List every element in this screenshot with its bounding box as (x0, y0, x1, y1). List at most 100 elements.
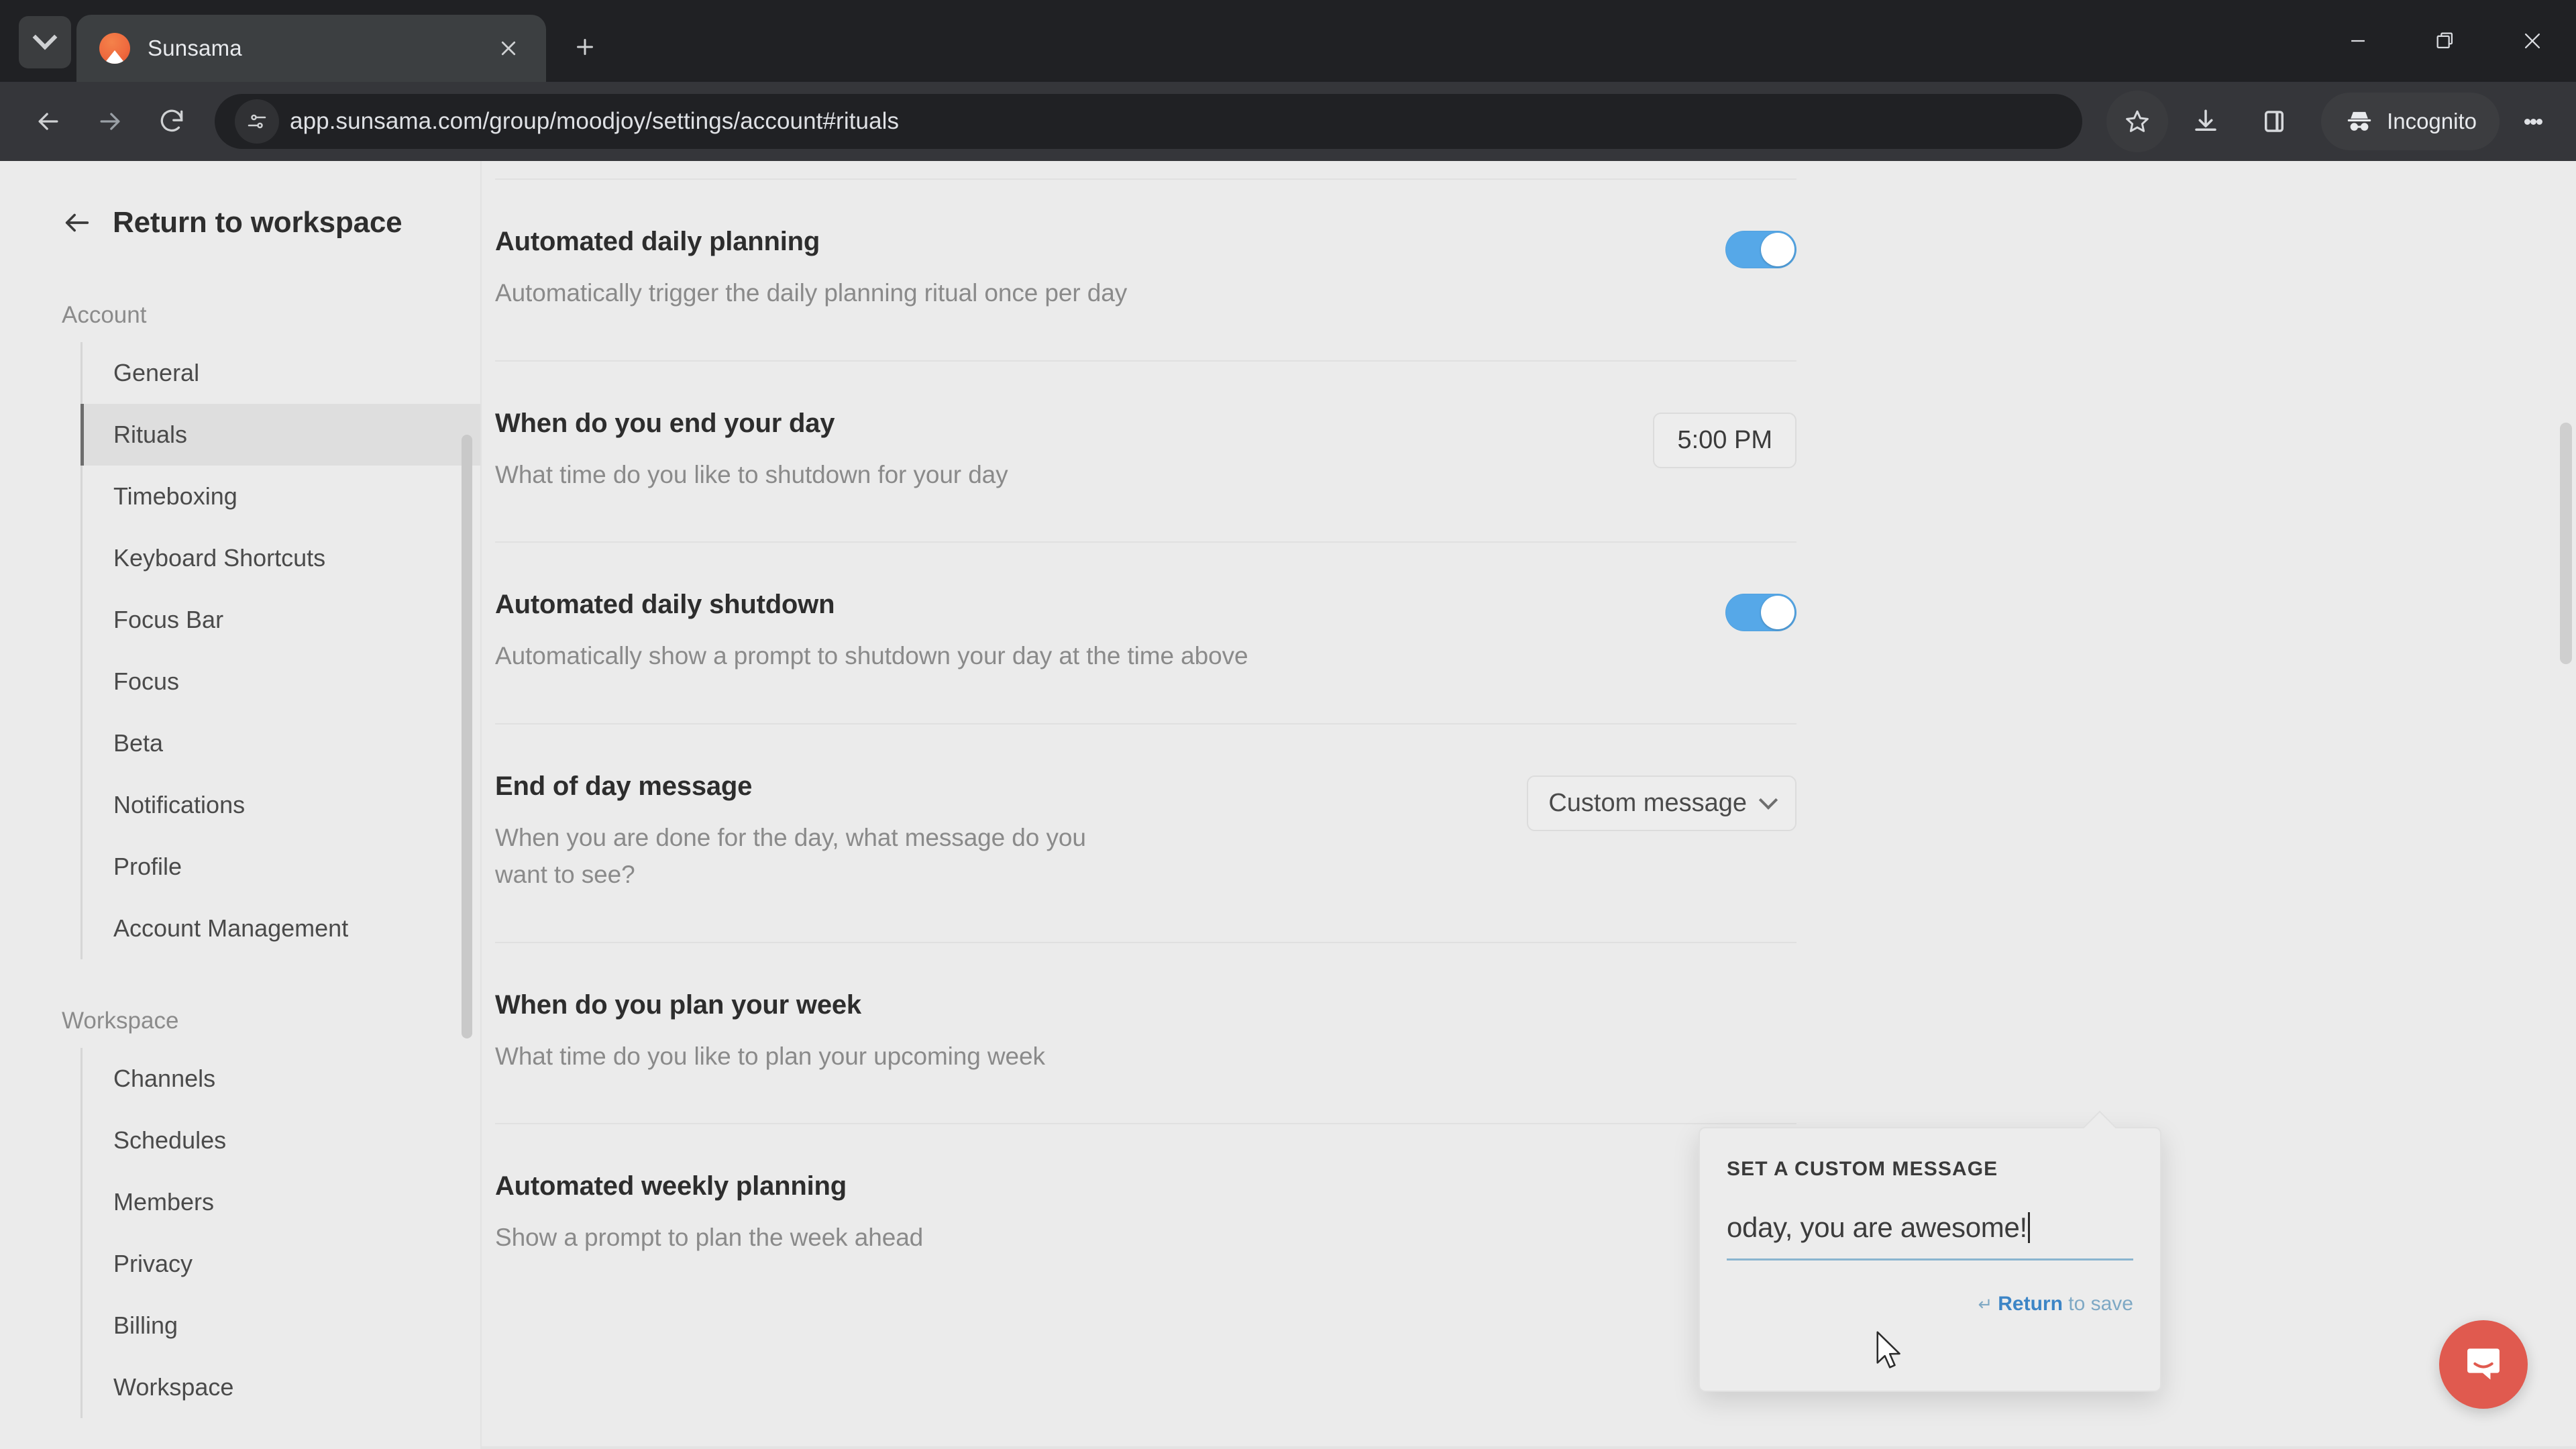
star-icon (2126, 110, 2149, 132)
tab-search-button[interactable] (19, 16, 71, 68)
sidebar-item-focus[interactable]: Focus (83, 651, 482, 712)
toggle-knob (1761, 596, 1794, 629)
sidebar-item-privacy[interactable]: Privacy (83, 1233, 482, 1295)
return-key-icon: ↵ (1978, 1294, 1993, 1314)
setting-text: When do you plan your week What time do … (495, 990, 1045, 1075)
side-panel-icon (2265, 111, 2284, 132)
sidebar-item-notifications[interactable]: Notifications (83, 774, 482, 836)
chevron-down-icon (1758, 790, 1778, 810)
reload-button[interactable] (141, 91, 203, 152)
sidebar-item-members[interactable]: Members (83, 1171, 482, 1233)
incognito-indicator[interactable]: Incognito (2321, 93, 2500, 150)
setting-control: Custom message (1527, 771, 1796, 831)
custom-message-input-value: oday, you are awesome! (1727, 1212, 2027, 1243)
input-underline (1727, 1258, 2133, 1260)
incognito-label: Incognito (2387, 109, 2477, 133)
browser-toolbar: app.sunsama.com/group/moodjoy/settings/a… (0, 82, 2576, 161)
browser-window: Sunsama app.sunsama.com/group/moodjoy/se… (0, 0, 2576, 1449)
setting-text: Automated daily planning Automatically t… (495, 227, 1127, 312)
arrow-right-icon (100, 113, 120, 130)
sidebar-item-channels[interactable]: Channels (83, 1048, 482, 1110)
tab-title: Sunsama (148, 36, 242, 60)
page-scrollbar[interactable] (2560, 423, 2572, 664)
return-to-save-hint: ↵ Return to save (1727, 1293, 2133, 1316)
sidebar-group-title-account: Account (62, 302, 147, 328)
setting-row-end-of-day-time: When do you end your day What time do yo… (495, 362, 1796, 543)
browser-tab[interactable]: Sunsama (76, 15, 546, 82)
minimize-icon (2351, 40, 2365, 42)
sidebar-item-account-management[interactable]: Account Management (83, 898, 482, 959)
sidebar-item-profile[interactable]: Profile (83, 836, 482, 898)
toggle-automated-daily-planning[interactable] (1725, 231, 1796, 268)
setting-text: Automated weekly planning Show a prompt … (495, 1171, 923, 1256)
setting-text: End of day message When you are done for… (495, 771, 1139, 894)
sidebar-item-focus-bar[interactable]: Focus Bar (83, 589, 482, 651)
setting-title: End of day message (495, 771, 753, 801)
setting-title: Automated daily planning (495, 227, 820, 256)
intercom-launcher-button[interactable] (2439, 1320, 2528, 1409)
chevron-down-icon (32, 25, 58, 50)
text-cursor-icon (2027, 1212, 2030, 1243)
page-bottom-edge (482, 1446, 2576, 1449)
sidebar-item-rituals[interactable]: Rituals (80, 404, 482, 466)
sidebar-item-schedules[interactable]: Schedules (83, 1110, 482, 1171)
sidebar-group-title-workspace: Workspace (62, 1008, 179, 1034)
minimize-button[interactable] (2314, 0, 2402, 82)
sidebar-group-workspace: Channels Schedules Members Privacy Billi… (80, 1048, 482, 1418)
sunsama-logo-icon (99, 33, 130, 64)
close-window-button[interactable] (2489, 0, 2576, 82)
browser-tabstrip: Sunsama (0, 0, 2576, 82)
close-icon[interactable] (488, 28, 529, 68)
setting-description: Show a prompt to plan the week ahead (495, 1224, 924, 1251)
end-of-day-message-value: Custom message (1548, 788, 1747, 817)
side-panel-button[interactable] (2243, 91, 2305, 152)
toggle-knob (1761, 233, 1794, 266)
setting-title: When do you plan your week (495, 989, 861, 1020)
return-to-save-rest: to save (2062, 1293, 2133, 1315)
settings-sidebar: Return to workspace Account General Ritu… (0, 161, 482, 1449)
sidebar-scrollbar[interactable] (462, 435, 472, 1038)
setting-description: Automatically trigger the daily planning… (495, 279, 1128, 307)
sidebar-item-general[interactable]: General (83, 342, 482, 404)
page-viewport: Return to workspace Account General Ritu… (0, 161, 2576, 1449)
page-info-icon[interactable] (235, 99, 279, 144)
end-of-day-message-dropdown[interactable]: Custom message (1527, 775, 1796, 831)
settings-content: Automated daily planning Automatically t… (482, 161, 2576, 1449)
download-icon (2195, 109, 2216, 131)
sidebar-item-workspace[interactable]: Workspace (83, 1356, 482, 1418)
sidebar-group-spacer (0, 959, 482, 1008)
maximize-button[interactable] (2402, 0, 2489, 82)
custom-message-field-wrap: oday, you are awesome! (1727, 1212, 2133, 1270)
end-of-day-time-button[interactable]: 5:00 PM (1653, 412, 1796, 468)
address-bar[interactable]: app.sunsama.com/group/moodjoy/settings/a… (215, 94, 2083, 149)
chrome-menu-button[interactable] (2508, 91, 2559, 152)
tune-icon (248, 114, 266, 129)
sidebar-item-beta[interactable]: Beta (83, 712, 482, 774)
setting-description: What time do you like to plan your upcom… (495, 1042, 1045, 1070)
new-tab-button[interactable] (561, 23, 609, 71)
address-bar-url: app.sunsama.com/group/moodjoy/settings/a… (290, 108, 900, 134)
return-to-save-strong: Return (1998, 1293, 2063, 1315)
setting-row-end-of-day-message: End of day message When you are done for… (495, 724, 1796, 943)
restore-icon (2436, 32, 2453, 49)
forward-button[interactable] (79, 91, 141, 152)
return-to-workspace-button[interactable]: Return to workspace (0, 196, 482, 250)
setting-description: Automatically show a prompt to shutdown … (495, 642, 1248, 669)
setting-title: Automated daily shutdown (495, 590, 835, 619)
bookmark-button[interactable] (2106, 91, 2169, 152)
setting-text: When do you end your day What time do yo… (495, 409, 1008, 494)
setting-control (1725, 590, 1796, 631)
window-controls (2314, 0, 2576, 82)
back-button[interactable] (17, 91, 79, 152)
sidebar-nav: Account General Rituals Timeboxing Keybo… (0, 302, 482, 1418)
custom-message-input[interactable]: oday, you are awesome! (1727, 1212, 2133, 1249)
custom-message-popover: SET A CUSTOM MESSAGE oday, you are aweso… (1699, 1127, 2161, 1392)
sidebar-item-timeboxing[interactable]: Timeboxing (83, 466, 482, 527)
plus-icon (577, 39, 593, 55)
downloads-button[interactable] (2175, 91, 2237, 152)
sidebar-item-keyboard-shortcuts[interactable]: Keyboard Shortcuts (83, 527, 482, 589)
kebab-menu-icon (2524, 118, 2530, 125)
toggle-automated-daily-shutdown[interactable] (1725, 594, 1796, 631)
sidebar-item-billing[interactable]: Billing (83, 1295, 482, 1356)
reload-icon (160, 109, 183, 132)
